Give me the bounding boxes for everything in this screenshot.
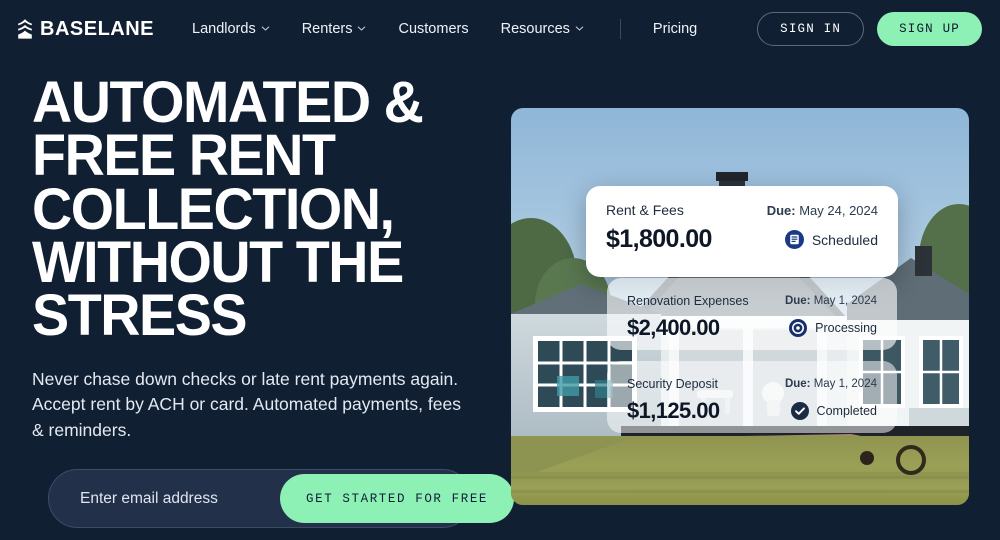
payment-card-rent-fees[interactable]: Rent & Fees Due: May 24, 2024 $1,800.00 … (586, 186, 898, 277)
card-amount: $1,800.00 (606, 225, 712, 253)
card-due: Due: May 1, 2024 (785, 378, 877, 390)
nav-item-pricing[interactable]: Pricing (637, 21, 713, 37)
nav-item-landlords[interactable]: Landlords (176, 21, 286, 37)
card-header: Renovation Expenses Due: May 1, 2024 (627, 294, 877, 308)
card-title: Security Deposit (627, 377, 719, 391)
card-due-label: Due: (766, 202, 796, 218)
brand-name: BASELANE (40, 17, 155, 40)
sign-in-button[interactable]: SIGN IN (757, 12, 865, 46)
nav-actions: SIGN IN SIGN UP (757, 12, 982, 46)
nav-item-resources[interactable]: Resources (485, 21, 600, 37)
nav-links: Landlords Renters Customers Resources Pr… (176, 19, 713, 39)
card-due-date: May 1, 2024 (813, 295, 877, 307)
sign-up-button[interactable]: SIGN UP (877, 12, 982, 46)
processing-ring-icon (789, 319, 808, 337)
nav-divider (619, 19, 621, 39)
status-label: Processing (815, 321, 877, 335)
hero-subtext: Never chase down checks or late rent pay… (32, 368, 461, 440)
card-due-date: May 1, 2024 (813, 378, 877, 390)
card-due-label: Due: (784, 295, 811, 307)
status-badge: Processing (789, 319, 877, 337)
card-title: Renovation Expenses (627, 294, 749, 308)
card-due-date: May 24, 2024 (799, 202, 878, 218)
status-label: Completed (816, 404, 877, 418)
card-body: $1,800.00 Scheduled (606, 225, 878, 254)
nav-item-label: Renters (301, 21, 353, 37)
nav-item-label: Pricing (652, 21, 698, 37)
card-body: $1,125.00 Completed (627, 398, 877, 424)
hero-headline: AUTOMATED & FREE RENT COLLECTION, WITHOU… (32, 74, 474, 345)
card-header: Security Deposit Due: May 1, 2024 (627, 377, 877, 391)
status-badge: Scheduled (784, 230, 878, 249)
card-header: Rent & Fees Due: May 24, 2024 (606, 202, 878, 218)
top-navigation-bar: BASELANE Landlords Renters Customers Res… (0, 0, 1000, 58)
brand-logo[interactable]: BASELANE (16, 18, 154, 41)
card-due: Due: May 24, 2024 (767, 203, 878, 218)
baselane-stack-icon (16, 18, 34, 40)
nav-item-customers[interactable]: Customers (382, 21, 484, 37)
card-due-label: Due: (784, 378, 811, 390)
nav-item-label: Landlords (192, 21, 256, 37)
email-input[interactable] (54, 489, 280, 508)
card-title: Rent & Fees (606, 202, 684, 218)
card-amount: $2,400.00 (627, 315, 720, 340)
status-label: Scheduled (811, 231, 878, 248)
nav-item-renters[interactable]: Renters (286, 21, 383, 37)
check-circle-icon (790, 402, 809, 420)
card-due: Due: May 1, 2024 (785, 295, 877, 307)
card-body: $2,400.00 Processing (627, 315, 877, 341)
hero-copy: AUTOMATED & FREE RENT COLLECTION, WITHOU… (32, 74, 492, 443)
chevron-down-icon (575, 21, 584, 37)
chevron-down-icon (261, 21, 270, 37)
scheduled-list-icon (784, 230, 804, 249)
get-started-button[interactable]: GET STARTED FOR FREE (280, 474, 515, 523)
headline-line: STRESS (32, 283, 248, 349)
nav-item-label: Resources (500, 21, 570, 37)
email-signup-form: GET STARTED FOR FREE (48, 469, 515, 528)
payment-card-renovation-expenses[interactable]: Renovation Expenses Due: May 1, 2024 $2,… (607, 278, 897, 350)
card-amount: $1,125.00 (627, 398, 720, 423)
chevron-down-icon (357, 21, 366, 37)
status-badge: Completed (790, 402, 877, 420)
payment-card-security-deposit[interactable]: Security Deposit Due: May 1, 2024 $1,125… (607, 361, 897, 433)
nav-item-label: Customers (398, 21, 469, 37)
